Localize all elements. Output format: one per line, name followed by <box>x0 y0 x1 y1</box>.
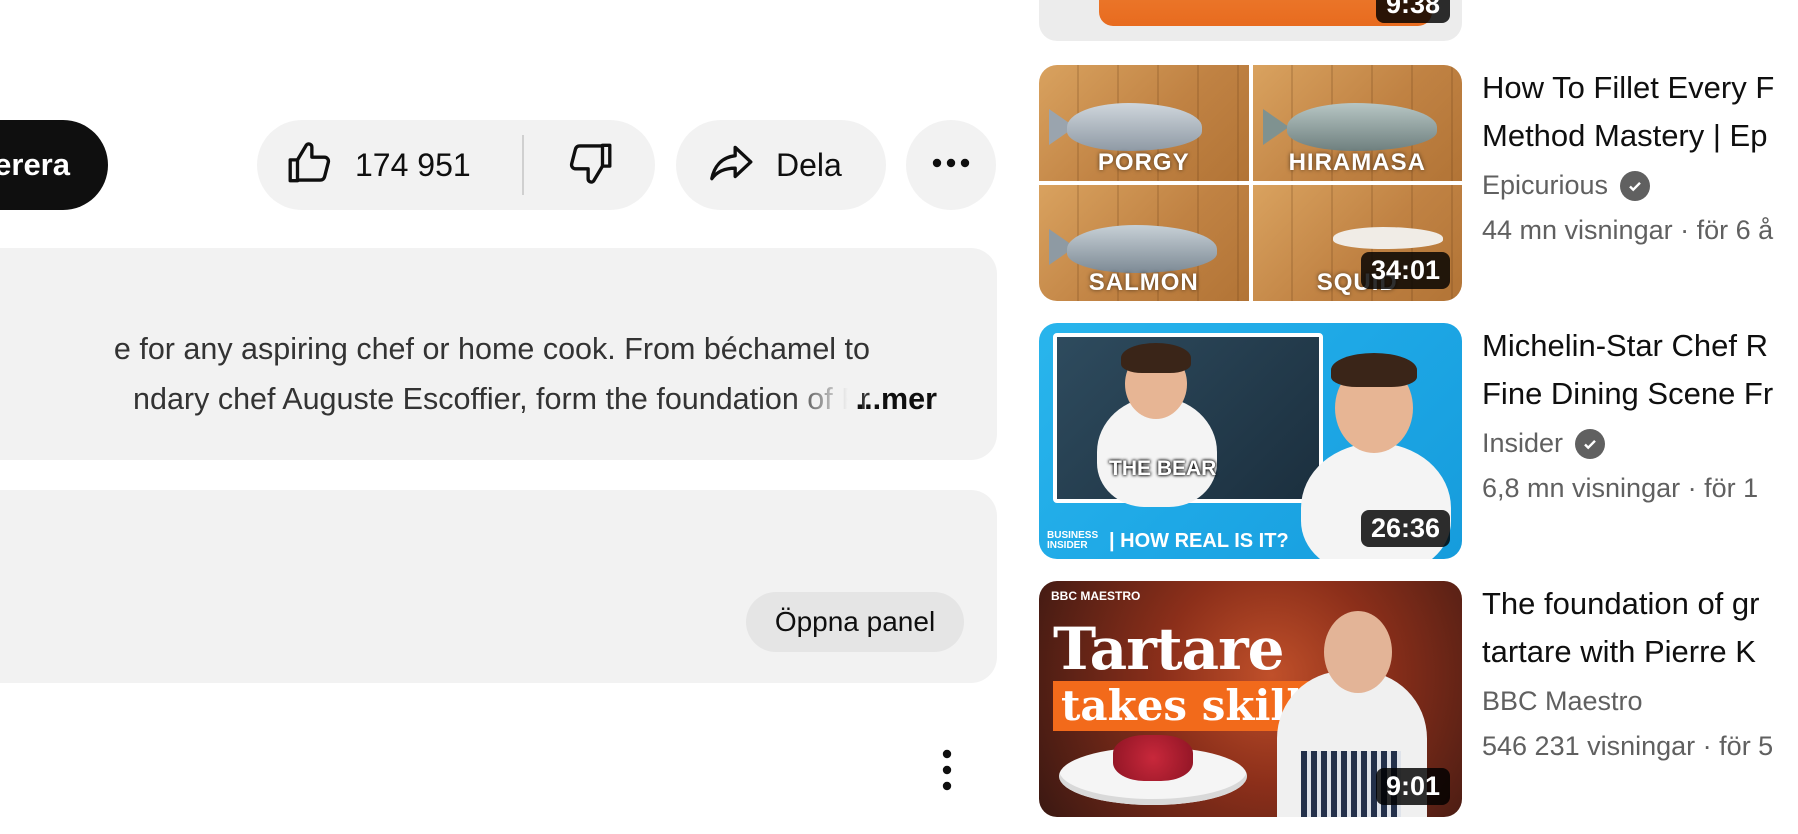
more-vertical-icon <box>941 748 953 797</box>
open-panel-button[interactable]: Öppna panel <box>746 592 964 652</box>
video-thumbnail[interactable]: PORGY HIRAMASA SALMON SQUID 34:01 <box>1039 65 1462 301</box>
channel-name[interactable]: Epicurious <box>1482 170 1798 201</box>
view-count: 546 231 visningar <box>1482 731 1696 761</box>
subscribe-button[interactable]: erera <box>0 120 108 210</box>
upload-age: för 6 å <box>1696 215 1774 245</box>
more-actions-button[interactable] <box>906 120 996 210</box>
video-duration: 26:36 <box>1360 510 1450 547</box>
share-label: Dela <box>776 146 842 183</box>
subscribe-label: erera <box>0 147 70 182</box>
upload-age: för 1 <box>1704 473 1759 503</box>
video-title-line-2[interactable]: tartare with Pierre K <box>1482 628 1798 676</box>
thumbnail-label: takes skill <box>1053 681 1311 731</box>
thumbnail-label: PORGY <box>1097 149 1190 176</box>
share-arrow-icon <box>704 138 758 193</box>
description-box[interactable]: e for any aspiring chef or home cook. Fr… <box>0 248 997 460</box>
video-thumbnail[interactable]: BBC MAESTRO Tartare takes skill 9:01 <box>1039 581 1462 817</box>
comment-options-button[interactable] <box>922 744 972 800</box>
video-thumbnail[interactable]: THE BEAR | HOW REAL IS IT? BUSINESS INSI… <box>1039 323 1462 559</box>
video-info[interactable]: The foundation of gr tartare with Pierre… <box>1482 580 1798 762</box>
like-dislike-group: 174 951 <box>257 120 655 210</box>
video-meta: 546 231 visningar · för 5 <box>1482 731 1798 762</box>
video-info[interactable]: How To Fillet Every F Method Mastery | E… <box>1482 64 1798 246</box>
video-title-line-2[interactable]: Method Mastery | Ep <box>1482 112 1798 160</box>
meta-separator: · <box>1687 473 1705 503</box>
meta-separator: · <box>1680 215 1697 245</box>
video-duration: 9:01 <box>1375 768 1450 805</box>
description-line-2: ndary chef Auguste Escoffier, form the f… <box>133 382 870 416</box>
description-line-1: e for any aspiring chef or home cook. Fr… <box>113 332 870 366</box>
thumbs-up-icon <box>285 137 335 194</box>
thumbnail-label: Tartare <box>1053 615 1285 683</box>
video-duration: 34:01 <box>1360 252 1450 289</box>
channel-label: Epicurious <box>1482 170 1609 200</box>
like-button[interactable]: 174 951 <box>257 120 522 210</box>
more-horizontal-icon <box>929 156 973 174</box>
video-title-line-1[interactable]: How To Fillet Every F <box>1482 64 1798 112</box>
thumbnail-label: SALMON <box>1088 269 1199 296</box>
description-fade <box>792 376 862 420</box>
video-title-line-1[interactable]: Michelin-Star Chef R <box>1482 322 1798 370</box>
view-count: 6,8 mn visningar <box>1482 473 1681 503</box>
video-thumbnail[interactable]: 9:38 <box>1039 0 1462 41</box>
thumbnail-label: THE BEAR <box>1109 457 1217 480</box>
upload-age: för 5 <box>1719 731 1774 761</box>
description-more-link[interactable]: ...mer <box>856 382 937 417</box>
share-button[interactable]: Dela <box>676 120 886 210</box>
video-title-line-2[interactable]: Fine Dining Scene Fr <box>1482 370 1798 418</box>
channel-label: BBC Maestro <box>1482 686 1643 716</box>
video-title-line-1[interactable]: The foundation of gr <box>1482 580 1798 628</box>
thumbnail-label: | HOW REAL IS IT? <box>1109 530 1289 552</box>
channel-name[interactable]: Insider <box>1482 428 1798 459</box>
view-count: 44 mn visningar <box>1482 215 1673 245</box>
video-duration: 9:38 <box>1375 0 1450 23</box>
thumbnail-label: HIRAMASA <box>1288 149 1426 176</box>
channel-logo: BBC MAESTRO <box>1051 589 1141 603</box>
meta-separator: · <box>1702 731 1720 761</box>
channel-label: Insider <box>1482 428 1564 458</box>
video-meta: 44 mn visningar · för 6 å <box>1482 215 1798 246</box>
channel-name[interactable]: BBC Maestro <box>1482 686 1798 717</box>
thumbnail-chef-head <box>1324 611 1392 693</box>
channel-logo: BUSINESS INSIDER <box>1047 530 1099 551</box>
like-count: 174 951 <box>355 146 471 183</box>
video-meta: 6,8 mn visningar · för 1 <box>1482 473 1798 504</box>
dislike-button[interactable] <box>524 120 655 210</box>
info-panel <box>0 490 997 683</box>
thumbs-down-icon <box>565 137 615 194</box>
video-info[interactable]: Michelin-Star Chef R Fine Dining Scene F… <box>1482 322 1798 504</box>
verified-check-icon <box>1620 170 1651 201</box>
verified-check-icon <box>1575 428 1606 459</box>
thumbnail-dish <box>1113 735 1193 781</box>
